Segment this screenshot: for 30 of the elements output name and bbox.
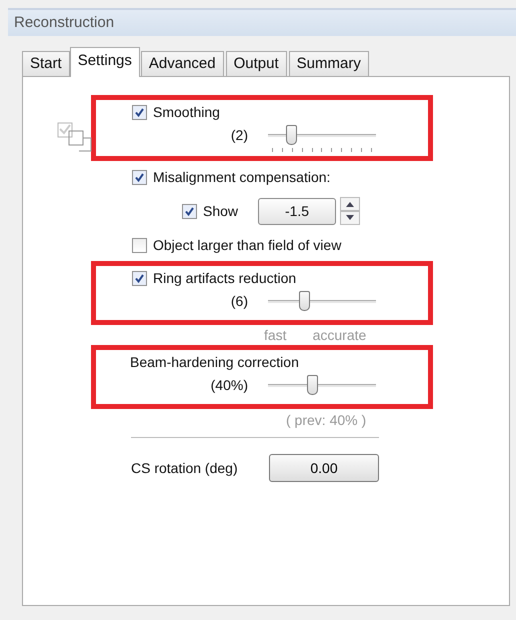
checkbox[interactable] <box>132 104 147 120</box>
slider-thumb[interactable] <box>298 291 310 311</box>
slider-thumb[interactable] <box>307 375 318 395</box>
slider-value: (6) <box>230 293 248 309</box>
slider-value: (40%) <box>210 377 248 393</box>
tab[interactable]: Summary <box>288 51 369 76</box>
spinner-arrows-icon[interactable] <box>340 197 360 225</box>
previous-value-note: ( prev: 40% ) <box>286 411 368 430</box>
checkbox-label: Smoothing <box>153 104 220 120</box>
slider-thumb[interactable] <box>286 125 297 145</box>
checkbox-label: Show <box>203 203 238 219</box>
checkbox-label: Object larger than field of view <box>153 237 342 253</box>
tab[interactable]: Start <box>22 51 70 76</box>
checkbox[interactable] <box>132 270 147 286</box>
checkbox[interactable] <box>132 238 147 252</box>
scale-label: accurate <box>312 327 366 343</box>
slider-label: Beam-hardening correction <box>130 353 300 372</box>
tab[interactable]: Advanced <box>140 51 224 76</box>
number-field[interactable]: -1.5 <box>258 198 336 224</box>
slider-value: (2) <box>230 127 248 143</box>
tab[interactable]: Output <box>226 51 287 76</box>
checkbox[interactable] <box>182 204 197 218</box>
scale-label: fast <box>264 327 287 343</box>
window-title: Reconstruction <box>8 10 516 36</box>
value-button[interactable]: 0.00 <box>269 454 379 482</box>
field-label: CS rotation (deg) <box>131 460 239 476</box>
checkbox-label: Ring artifacts reduction <box>153 270 296 286</box>
checkbox-label: Misalignment compensation: <box>153 169 330 185</box>
tab[interactable]: Settings <box>70 47 140 77</box>
checkbox[interactable] <box>132 170 147 184</box>
